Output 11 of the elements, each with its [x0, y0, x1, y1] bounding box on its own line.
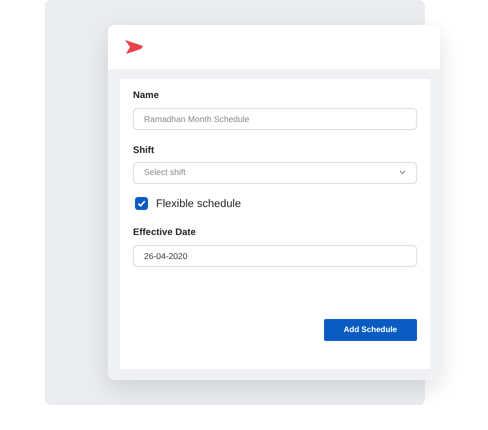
- logo-icon: [124, 40, 144, 54]
- chevron-down-icon: [399, 170, 406, 175]
- shift-select[interactable]: Select shift: [133, 162, 417, 184]
- checkbox[interactable]: [135, 197, 148, 210]
- input-field[interactable]: Ramadhan Month Schedule: [133, 108, 417, 130]
- field-label: Name: [133, 89, 160, 103]
- date-field[interactable]: 26-04-2020: [133, 245, 417, 268]
- field-label: Effective Date: [133, 226, 197, 240]
- add-schedule-button[interactable]: Add Schedule: [324, 319, 417, 341]
- field-label: Shift: [133, 144, 156, 158]
- checkbox-label: Flexible schedule: [156, 196, 241, 212]
